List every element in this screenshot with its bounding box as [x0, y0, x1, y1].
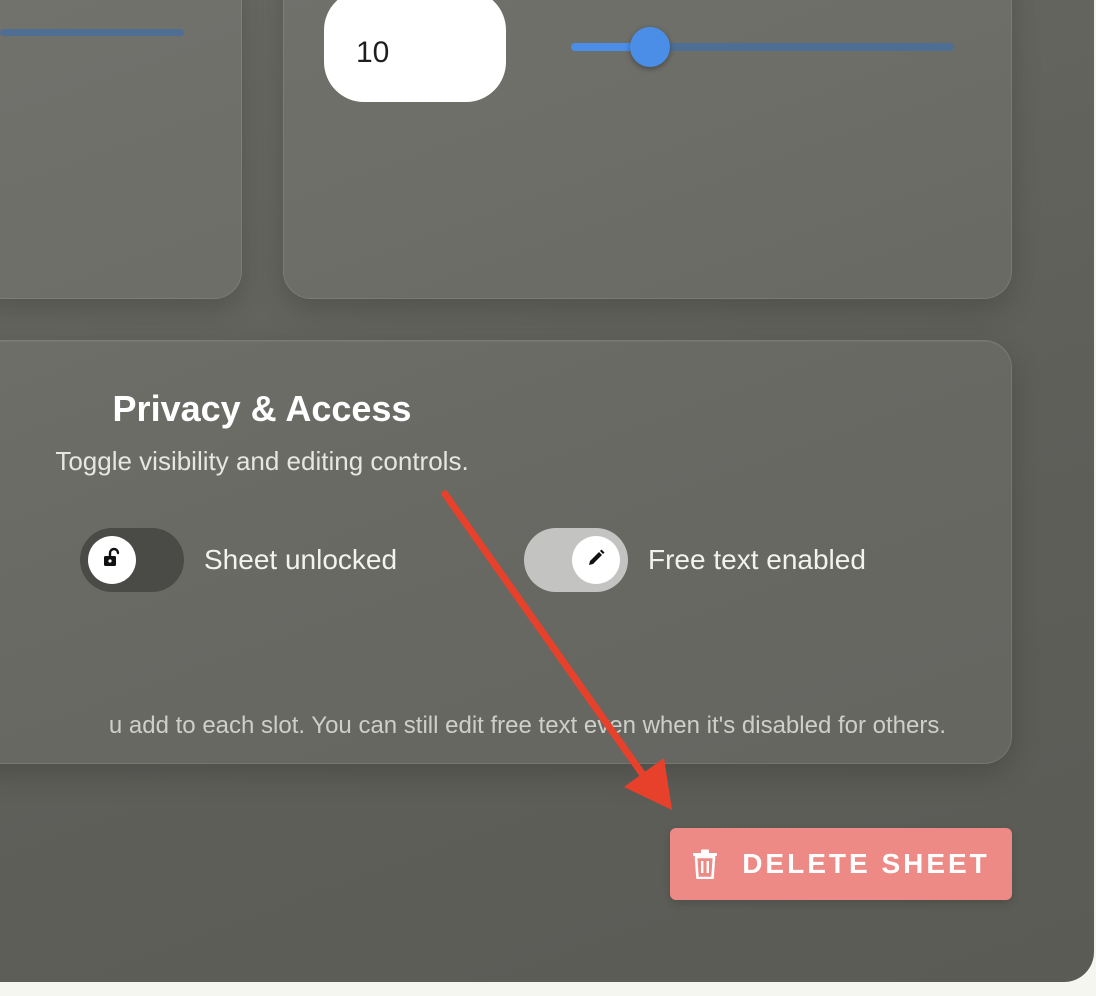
- slider-thumb[interactable]: [630, 27, 670, 67]
- delete-sheet-button[interactable]: DELETE SHEET: [670, 828, 1012, 900]
- settings-panel: 10 Privacy & Access Toggle visibility an…: [0, 0, 1094, 982]
- number-input-value: 10: [356, 36, 390, 69]
- number-input[interactable]: 10: [324, 0, 506, 102]
- sheet-lock-label: Sheet unlocked: [204, 544, 398, 575]
- privacy-title: Privacy & Access: [112, 388, 412, 429]
- privacy-subtitle: Toggle visibility and editing controls.: [55, 446, 469, 476]
- free-text-label: Free text enabled: [648, 544, 866, 575]
- privacy-footnote: u add to each slot. You can still edit f…: [108, 712, 946, 739]
- sheet-lock-toggle[interactable]: [80, 528, 184, 592]
- left-settings-card: [0, 0, 242, 299]
- sheet-lock-setting: Sheet unlocked: [80, 528, 397, 592]
- trash-icon: [692, 848, 720, 880]
- toggle-knob: [572, 536, 620, 584]
- left-slider-track[interactable]: [0, 29, 184, 36]
- unlock-icon: [101, 547, 123, 574]
- free-text-setting: Free text enabled: [524, 528, 866, 592]
- value-slider[interactable]: [571, 27, 954, 67]
- pencil-icon: [586, 548, 606, 573]
- free-text-toggle[interactable]: [524, 528, 628, 592]
- toggle-knob: [88, 536, 136, 584]
- delete-sheet-label: DELETE SHEET: [742, 848, 990, 879]
